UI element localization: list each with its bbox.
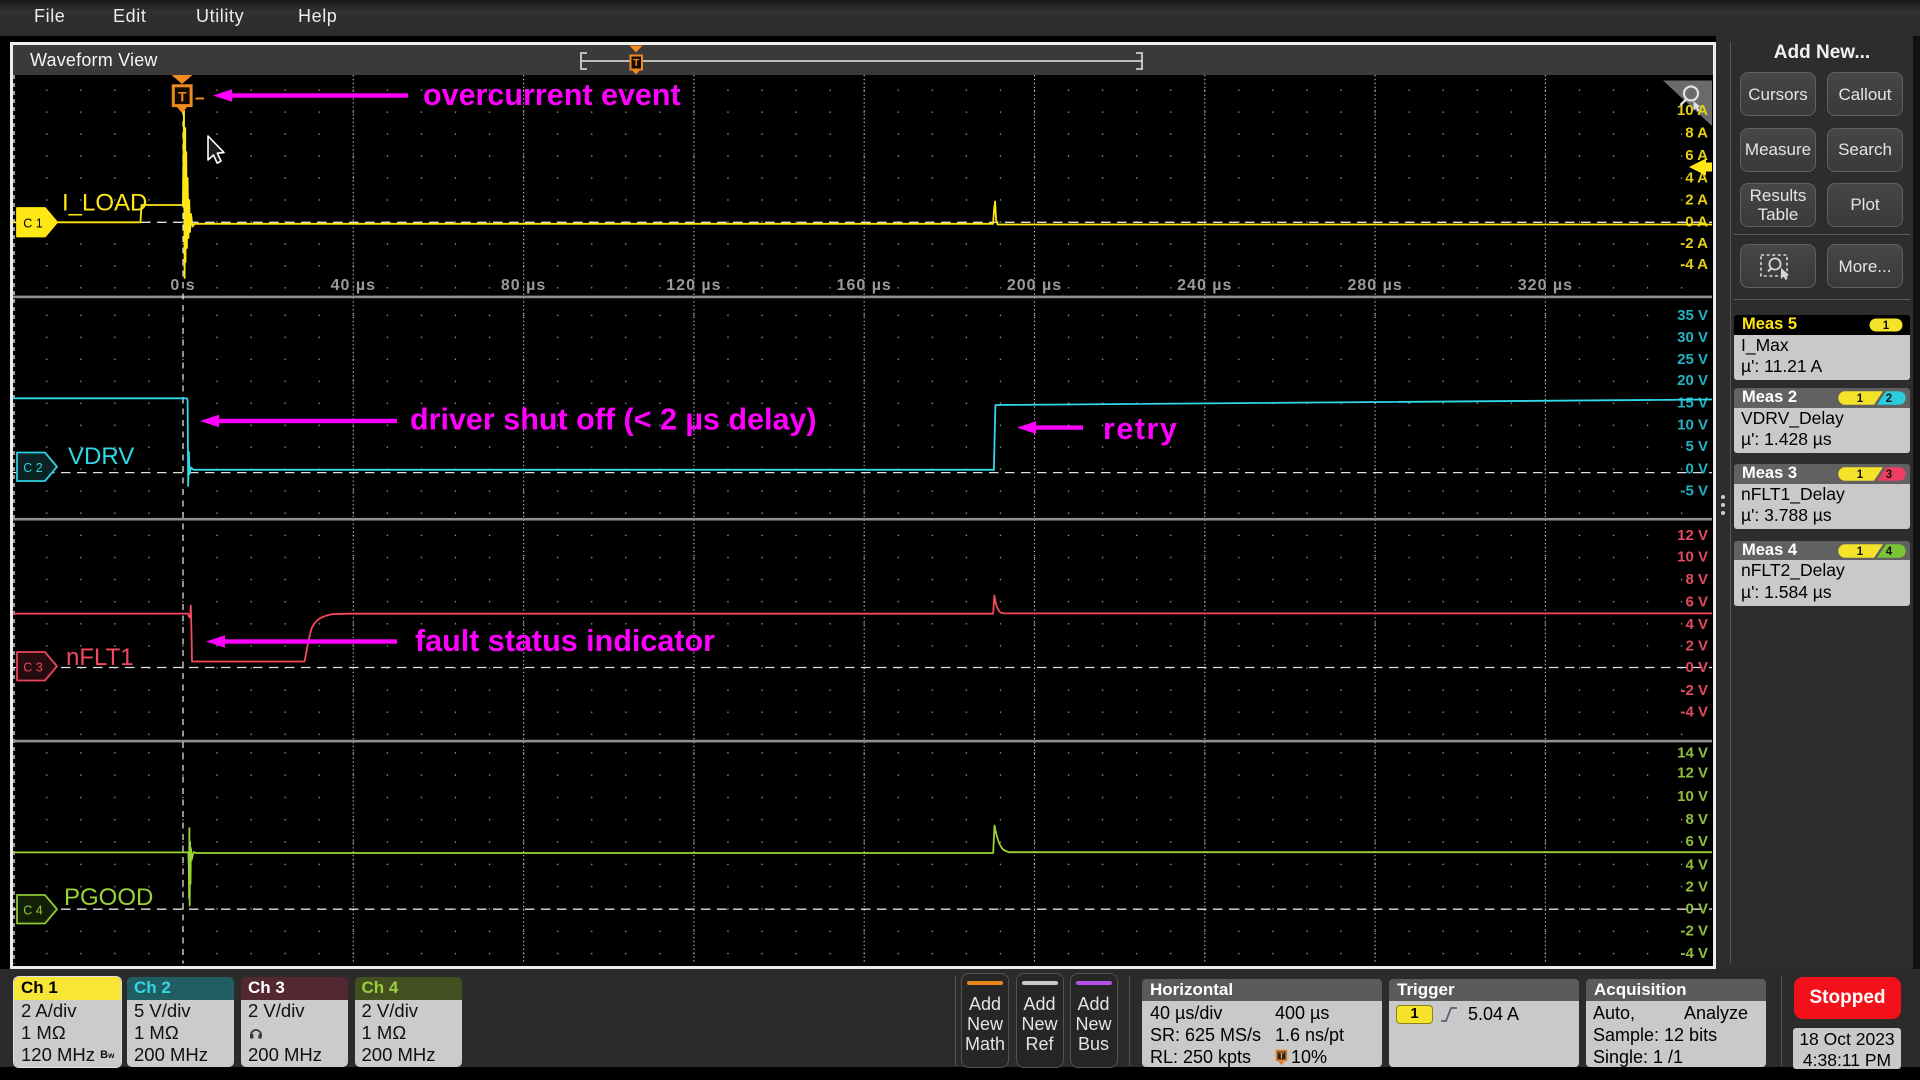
svg-text:0 V: 0 V (1685, 900, 1708, 917)
svg-text:14 V: 14 V (1677, 744, 1708, 761)
svg-text:-2 A: -2 A (1680, 235, 1708, 252)
svg-text:4 V: 4 V (1685, 857, 1708, 874)
svg-text:0 V: 0 V (1685, 659, 1708, 676)
svg-text:2 A: 2 A (1685, 191, 1708, 208)
svg-text:120 µs: 120 µs (666, 277, 721, 294)
svg-text:C 4: C 4 (23, 903, 43, 917)
svg-text:40 µs: 40 µs (331, 277, 376, 294)
svg-text:0 s: 0 s (170, 277, 195, 294)
svg-text:200 µs: 200 µs (1007, 277, 1062, 294)
svg-text:10 V: 10 V (1677, 788, 1708, 805)
svg-text:35 V: 35 V (1677, 307, 1708, 324)
svg-text:30 V: 30 V (1677, 329, 1708, 346)
svg-text:15 V: 15 V (1677, 394, 1708, 411)
svg-text:4 V: 4 V (1685, 616, 1708, 633)
svg-text:I_LOAD: I_LOAD (62, 190, 147, 217)
svg-text:overcurrent event: overcurrent event (423, 78, 681, 112)
svg-text:80 µs: 80 µs (501, 277, 546, 294)
svg-text:fault status indicator: fault status indicator (415, 624, 715, 658)
svg-text:2 V: 2 V (1685, 637, 1708, 654)
svg-text:8 A: 8 A (1685, 125, 1708, 142)
svg-text:-5 V: -5 V (1680, 483, 1708, 500)
svg-text:-2 V: -2 V (1680, 923, 1708, 940)
svg-text:2 V: 2 V (1685, 878, 1708, 895)
svg-text:6 V: 6 V (1685, 833, 1708, 850)
svg-text:-4 V: -4 V (1680, 945, 1708, 962)
svg-text:PGOOD: PGOOD (64, 884, 153, 911)
svg-text:C 3: C 3 (23, 660, 43, 674)
svg-text:nFLT1: nFLT1 (66, 644, 134, 671)
svg-text:8 V: 8 V (1685, 571, 1708, 588)
svg-text:-4 A: -4 A (1680, 256, 1708, 273)
svg-text:320 µs: 320 µs (1518, 277, 1573, 294)
svg-text:C 1: C 1 (23, 216, 43, 230)
svg-text:6 V: 6 V (1685, 593, 1708, 610)
svg-text:T: T (633, 58, 639, 69)
svg-text:280 µs: 280 µs (1347, 277, 1402, 294)
svg-text:25 V: 25 V (1677, 351, 1708, 368)
svg-text:0 V: 0 V (1685, 461, 1708, 478)
svg-text:C 2: C 2 (23, 461, 43, 475)
svg-text:retry: retry (1103, 412, 1178, 446)
svg-text:-4 V: -4 V (1680, 704, 1708, 721)
svg-text:VDRV: VDRV (68, 443, 134, 470)
svg-text:12 V: 12 V (1677, 765, 1708, 782)
svg-text:0 A: 0 A (1685, 213, 1708, 230)
svg-text:driver shut off (< 2 µs delay): driver shut off (< 2 µs delay) (410, 403, 817, 437)
svg-text:8 V: 8 V (1685, 811, 1708, 828)
svg-text:20 V: 20 V (1677, 372, 1708, 389)
svg-text:12 V: 12 V (1677, 527, 1708, 544)
svg-text:10 V: 10 V (1677, 416, 1708, 433)
svg-text:240 µs: 240 µs (1177, 277, 1232, 294)
svg-text:160 µs: 160 µs (837, 277, 892, 294)
svg-text:10 V: 10 V (1677, 549, 1708, 566)
svg-text:T: T (178, 89, 187, 105)
svg-text:5 V: 5 V (1685, 438, 1708, 455)
svg-text:-2 V: -2 V (1680, 682, 1708, 699)
